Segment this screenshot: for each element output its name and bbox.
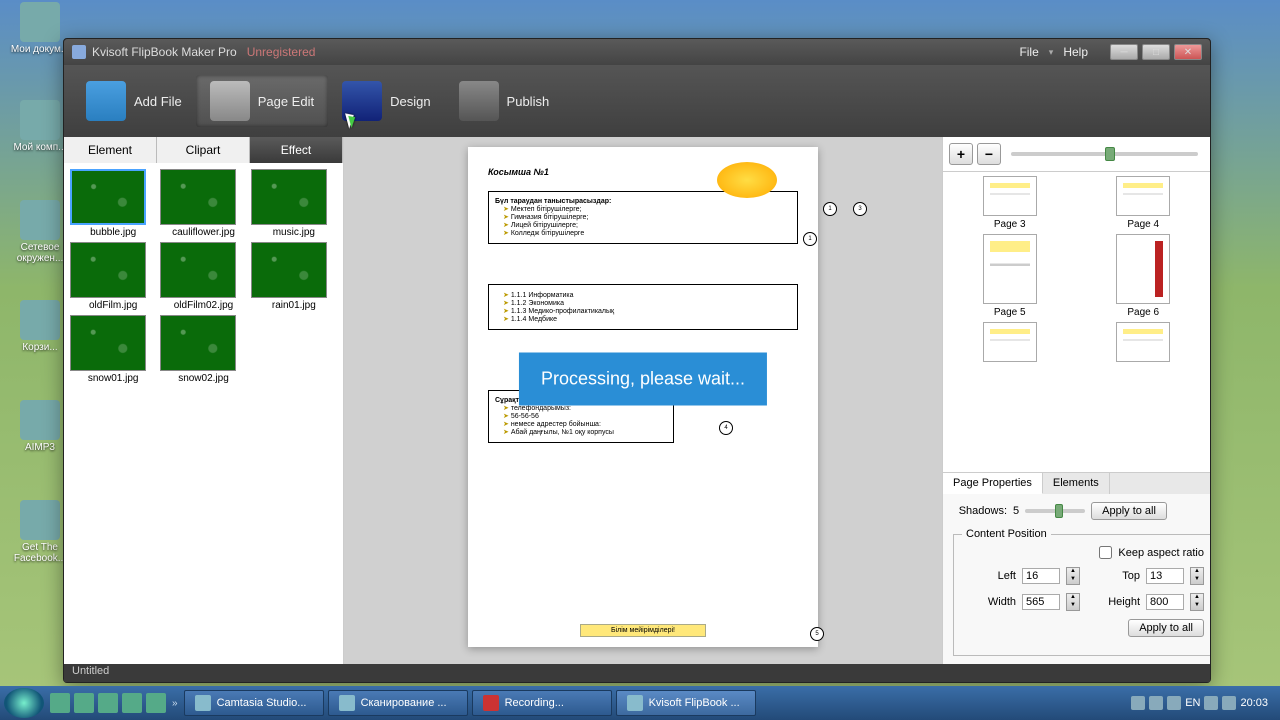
edit-icon [210, 81, 250, 121]
page-thumb[interactable] [983, 176, 1037, 216]
quicklaunch-icon[interactable] [122, 693, 142, 713]
menu-help[interactable]: Help [1063, 45, 1088, 59]
tab-elements[interactable]: Elements [1043, 473, 1110, 494]
publish-button[interactable]: Publish [445, 75, 564, 127]
lang-indicator[interactable]: EN [1185, 697, 1200, 709]
zoom-out-button[interactable]: − [977, 143, 1001, 165]
apply-all-button-2[interactable]: Apply to all [1128, 619, 1204, 637]
tab-element[interactable]: Element [64, 137, 157, 163]
app-icon [72, 45, 86, 59]
spinner[interactable]: ▲▼ [1066, 593, 1080, 611]
quicklaunch-icon[interactable] [146, 693, 166, 713]
effect-item[interactable]: oldFilm02.jpg [160, 242, 246, 311]
maximize-button[interactable]: □ [1142, 44, 1170, 60]
desktop-icon[interactable]: Мои докум... [10, 2, 70, 55]
effect-grid: bubble.jpg cauliflower.jpg music.jpg old… [64, 163, 343, 390]
tray-icon[interactable] [1222, 696, 1236, 710]
processing-overlay: Processing, please wait... [519, 353, 767, 406]
effect-item[interactable]: snow02.jpg [160, 315, 246, 384]
publish-icon [459, 81, 499, 121]
content-position-legend: Content Position [962, 528, 1051, 540]
left-input[interactable] [1022, 568, 1060, 584]
effect-item[interactable]: rain01.jpg [251, 242, 337, 311]
page-edit-button[interactable]: Page Edit [196, 75, 328, 127]
design-button[interactable]: Design [328, 75, 444, 127]
page-thumb[interactable] [1116, 322, 1170, 362]
quicklaunch-icon[interactable] [98, 693, 118, 713]
page-thumb[interactable] [983, 322, 1037, 362]
effect-item[interactable]: bubble.jpg [70, 169, 156, 238]
unregistered-label: Unregistered [247, 45, 316, 59]
tray-icon[interactable] [1149, 696, 1163, 710]
page-thumb[interactable] [983, 234, 1037, 304]
close-button[interactable]: ✕ [1174, 44, 1202, 60]
clock[interactable]: 20:03 [1240, 697, 1268, 709]
spinner[interactable]: ▲▼ [1066, 567, 1080, 585]
start-button[interactable] [4, 688, 44, 718]
shadows-slider[interactable] [1025, 509, 1085, 513]
height-input[interactable] [1146, 594, 1184, 610]
top-input[interactable] [1146, 568, 1184, 584]
minimize-button[interactable]: ─ [1110, 44, 1138, 60]
menu-file[interactable]: File [1019, 45, 1038, 59]
right-panel: + − Page 3 Page 4 Page 5 Page 6 [942, 137, 1210, 664]
zoom-in-button[interactable]: + [949, 143, 973, 165]
tray-icon[interactable] [1131, 696, 1145, 710]
tab-page-properties[interactable]: Page Properties [943, 473, 1043, 494]
statusbar: Untitled [64, 664, 1210, 682]
canvas-area: Косымша №1 Бүл тараудан таныстырасыздар:… [344, 137, 942, 664]
quicklaunch-icon[interactable] [74, 693, 94, 713]
desktop-icon[interactable]: Get The Facebook... [10, 500, 70, 564]
system-tray[interactable]: EN 20:03 [1131, 696, 1276, 710]
spinner[interactable]: ▲▼ [1190, 567, 1204, 585]
taskbar-item[interactable]: Camtasia Studio... [184, 690, 324, 716]
effect-item[interactable]: music.jpg [251, 169, 337, 238]
effect-item[interactable]: cauliflower.jpg [160, 169, 246, 238]
main-toolbar: Add File Page Edit Design Publish [64, 65, 1210, 137]
effect-item[interactable]: snow01.jpg [70, 315, 156, 384]
effect-item[interactable]: oldFilm.jpg [70, 242, 156, 311]
taskbar-item[interactable]: Сканирование ... [328, 690, 468, 716]
properties-panel: Shadows: 5 Apply to all Content Position… [943, 494, 1210, 664]
banner: Білім мейірімділері! [580, 624, 706, 637]
page-thumb[interactable] [1116, 234, 1170, 304]
desktop-icon[interactable]: Мой комп... [10, 100, 70, 153]
desktop-icon[interactable]: AIMP3 [10, 400, 70, 453]
taskbar-item[interactable]: Kvisoft FlipBook ... [616, 690, 756, 716]
app-window: Kvisoft FlipBook Maker Pro Unregistered … [63, 38, 1211, 683]
keep-aspect-checkbox[interactable] [1099, 546, 1112, 559]
folder-icon [86, 81, 126, 121]
taskbar-item[interactable]: Recording... [472, 690, 612, 716]
app-title: Kvisoft FlipBook Maker Pro [92, 45, 237, 59]
page-thumbnails[interactable]: Page 3 Page 4 Page 5 Page 6 [943, 172, 1210, 472]
desktop-icon[interactable]: Корзи... [10, 300, 70, 353]
desktop-icon[interactable]: Сетевое окружен... [10, 200, 70, 264]
taskbar: » Camtasia Studio... Сканирование ... Re… [0, 686, 1280, 720]
spinner[interactable]: ▲▼ [1190, 593, 1204, 611]
tray-icon[interactable] [1167, 696, 1181, 710]
shadows-label: Shadows: [953, 505, 1007, 517]
tab-clipart[interactable]: Clipart [157, 137, 250, 163]
zoom-slider[interactable] [1011, 152, 1198, 156]
left-panel: Element Clipart Effect bubble.jpg caulif… [64, 137, 344, 664]
tab-effect[interactable]: Effect [250, 137, 343, 163]
quicklaunch-icon[interactable] [50, 693, 70, 713]
add-file-button[interactable]: Add File [72, 75, 196, 127]
titlebar[interactable]: Kvisoft FlipBook Maker Pro Unregistered … [64, 39, 1210, 65]
width-input[interactable] [1022, 594, 1060, 610]
apply-all-button[interactable]: Apply to all [1091, 502, 1167, 520]
page-thumb[interactable] [1116, 176, 1170, 216]
tray-icon[interactable] [1204, 696, 1218, 710]
